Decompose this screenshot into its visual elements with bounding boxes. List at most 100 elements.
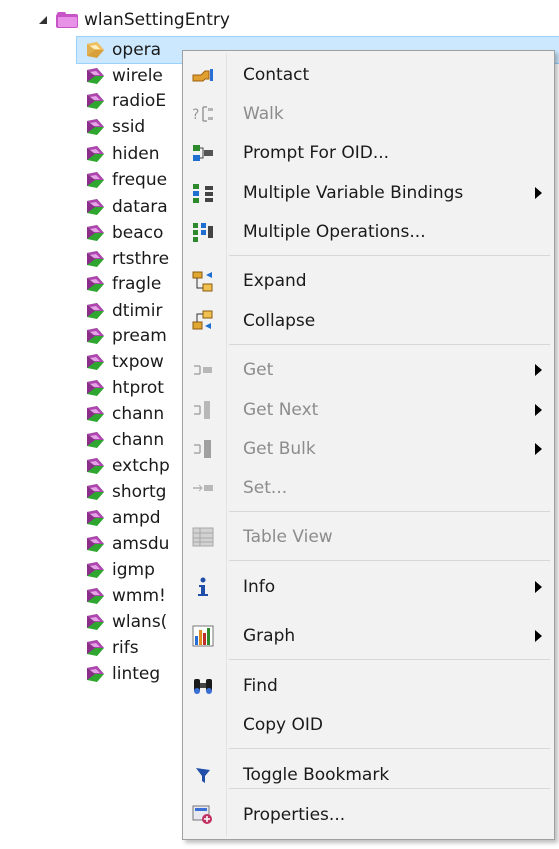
info-icon <box>191 575 215 599</box>
menu-item-toggle-bookmark[interactable]: Toggle Bookmark <box>185 757 552 793</box>
menu-item-expand[interactable]: Expand <box>185 263 552 299</box>
tree-node-label: dtimir <box>112 301 163 321</box>
menu-item-label: Contact <box>243 65 310 85</box>
expand-tree-icon <box>191 269 215 293</box>
tree-node[interactable]: rtsthre <box>84 245 169 273</box>
mib-leaf-icon <box>84 116 106 138</box>
menu-item-label: Get Bulk <box>243 439 316 459</box>
tree-node[interactable]: chann <box>84 400 164 428</box>
menu-item-multiple-variable-bindings[interactable]: Multiple Variable Bindings <box>185 175 552 211</box>
mib-leaf-icon <box>84 248 106 270</box>
mib-leaf-icon <box>84 507 106 529</box>
mib-leaf-icon <box>84 403 106 425</box>
menu-item-label: Info <box>243 577 276 597</box>
menu-separator <box>229 511 550 512</box>
mib-leaf-icon <box>84 533 106 555</box>
tree-node[interactable]: htprot <box>84 374 164 402</box>
tree-node[interactable]: shortg <box>84 478 166 506</box>
walk-icon: ? <box>191 102 215 126</box>
tree-node[interactable]: amsdu <box>84 530 169 558</box>
tree-node-label: linteg <box>112 664 161 684</box>
get-bulk-icon <box>191 437 215 461</box>
tree-node[interactable]: fragle <box>84 270 161 298</box>
menu-item-label: Toggle Bookmark <box>243 765 390 785</box>
tree-node-label: wirele <box>112 66 163 86</box>
tree-node-label: wmm! <box>112 586 166 606</box>
tree-node-label: chann <box>112 404 165 424</box>
menu-item-prompt-for-oid[interactable]: Prompt For OID... <box>185 135 552 171</box>
tree-node[interactable]: datara <box>84 193 168 221</box>
tree-root-node[interactable]: wlanSettingEntry <box>36 6 230 34</box>
menu-item-graph[interactable]: Graph <box>185 618 552 654</box>
tree-node[interactable]: pream <box>84 322 167 350</box>
menu-item-find[interactable]: Find <box>185 668 552 704</box>
menu-separator <box>229 560 550 561</box>
tree-node-label: pream <box>112 326 167 346</box>
mib-leaf-icon <box>84 273 106 295</box>
mib-leaf-icon <box>84 637 106 659</box>
menu-item-copy-oid[interactable]: Copy OID <box>185 707 552 743</box>
mib-leaf-icon <box>84 39 106 61</box>
contact-hand-icon <box>191 63 215 87</box>
mib-leaf-icon <box>84 169 106 191</box>
tree-node[interactable]: chann <box>84 426 164 454</box>
menu-item-get-next: Get Next <box>185 392 552 428</box>
menu-item-label: Set... <box>243 478 288 498</box>
tree-node-label: radioE <box>112 91 167 111</box>
submenu-arrow-icon <box>535 443 542 455</box>
menu-item-label: Find <box>243 676 278 696</box>
menu-item-label: Copy OID <box>243 715 324 735</box>
expanded-arrow-icon[interactable] <box>36 13 50 27</box>
menu-item-set: Set... <box>185 470 552 506</box>
context-menu: Contact? Walk Prompt For OID... Multiple Va… <box>182 50 555 840</box>
mib-leaf-icon <box>84 351 106 373</box>
menu-item-info[interactable]: Info <box>185 569 552 605</box>
tree-node-label: chann <box>112 430 165 450</box>
tree-node[interactable]: wmm! <box>84 582 166 610</box>
tree-node[interactable]: beaco <box>84 219 163 247</box>
menu-item-label: Multiple Variable Bindings <box>243 183 464 203</box>
menu-separator <box>229 748 550 749</box>
tree-node[interactable]: radioE <box>84 87 166 115</box>
tree-node[interactable]: rifs <box>84 634 139 662</box>
menu-item-label: Prompt For OID... <box>243 143 390 163</box>
menu-item-label: Collapse <box>243 311 316 331</box>
tree-node[interactable]: wirele <box>84 62 163 90</box>
menu-item-get: Get <box>185 352 552 388</box>
mib-leaf-icon <box>84 429 106 451</box>
mib-leaf-icon <box>84 455 106 477</box>
tree-node[interactable]: ampd <box>84 504 161 532</box>
tree-node[interactable]: dtimir <box>84 297 162 325</box>
menu-item-multiple-operations[interactable]: Multiple Operations... <box>185 214 552 250</box>
tree-node-label: amsdu <box>112 534 170 554</box>
tree-node[interactable]: igmp <box>84 556 155 584</box>
tree-root-label: wlanSettingEntry <box>84 10 230 30</box>
mib-leaf-icon <box>84 90 106 112</box>
tree-node[interactable]: freque <box>84 166 167 194</box>
prompt-oid-icon <box>191 141 215 165</box>
menu-item-contact[interactable]: Contact <box>185 57 552 93</box>
tree-node-label: rtsthre <box>112 249 170 269</box>
menu-separator <box>229 255 550 256</box>
mib-leaf-icon <box>84 611 106 633</box>
tree-node[interactable]: extchp <box>84 452 170 480</box>
menu-item-properties[interactable]: Properties... <box>185 797 552 833</box>
tree-node-label: opera <box>112 40 162 60</box>
menu-item-label: Properties... <box>243 805 346 825</box>
menu-item-label: Table View <box>243 527 333 547</box>
tree-node[interactable]: hiden <box>84 140 160 168</box>
tree-node-label: fragle <box>112 274 162 294</box>
set-icon <box>191 476 215 500</box>
mib-leaf-icon <box>84 325 106 347</box>
tree-node[interactable]: txpow <box>84 348 164 376</box>
tree-node[interactable]: ssid <box>84 113 145 141</box>
submenu-arrow-icon <box>535 364 542 376</box>
multi-operations-icon <box>191 220 215 244</box>
tree-node[interactable]: wlans( <box>84 608 167 636</box>
submenu-arrow-icon <box>535 630 542 642</box>
tree-node[interactable]: linteg <box>84 660 160 688</box>
menu-item-collapse[interactable]: Collapse <box>185 303 552 339</box>
binoculars-icon <box>191 674 215 698</box>
mib-leaf-icon <box>84 222 106 244</box>
tree-node-label: htprot <box>112 378 164 398</box>
